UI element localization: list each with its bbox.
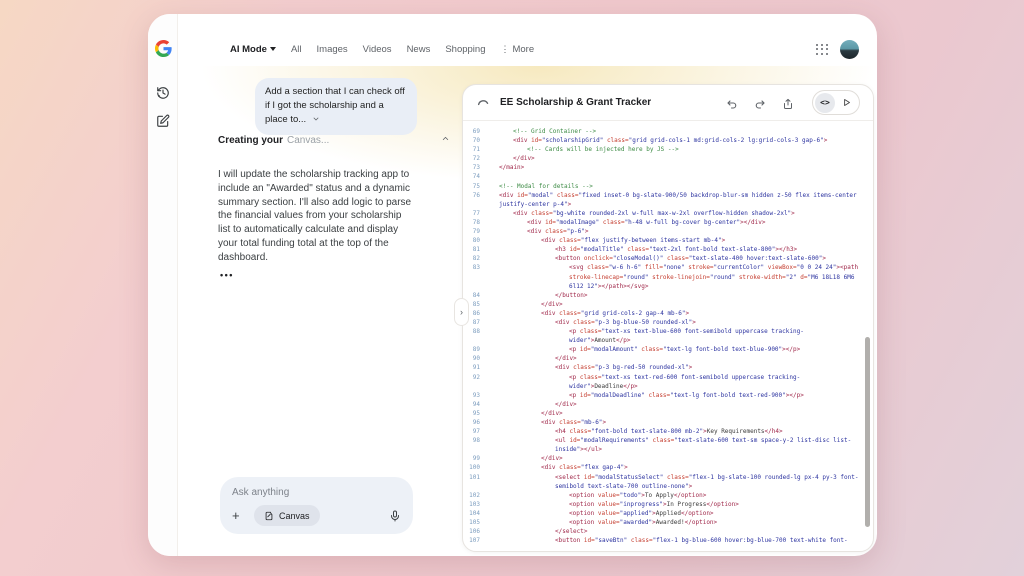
code-line: 102<option value="todo">To Apply</option… xyxy=(463,491,873,500)
tab-videos[interactable]: Videos xyxy=(363,44,392,55)
code-line: 101<select id="modalStatusSelect" class=… xyxy=(463,473,873,491)
creating-canvas-toggle[interactable]: Creating your Canvas... xyxy=(218,134,450,146)
chevron-down-icon[interactable] xyxy=(312,114,320,128)
canvas-title: EE Scholarship & Grant Tracker xyxy=(500,97,651,108)
tab-shopping[interactable]: Shopping xyxy=(445,44,485,55)
creating-suffix: Canvas... xyxy=(287,135,329,146)
canvas-doc-icon xyxy=(264,511,274,521)
canvas-panel-header: EE Scholarship & Grant Tracker <> xyxy=(463,85,873,121)
code-line: 83<svg class="w-6 h-6" fill="none" strok… xyxy=(463,263,873,290)
chevron-up-icon xyxy=(441,134,450,146)
desktop-background: { "nav": { "ai_mode": "AI Mode", "items"… xyxy=(0,0,1024,576)
canvas-actions: <> xyxy=(726,90,860,115)
code-line: 87<div class="p-3 bg-blue-50 rounded-xl"… xyxy=(463,318,873,327)
code-line: 92<p class="text-xs text-red-600 font-se… xyxy=(463,373,873,391)
code-line: 85</div> xyxy=(463,300,873,309)
creating-prefix: Creating your xyxy=(218,135,283,146)
code-line: 75<!-- Modal for details --> xyxy=(463,182,873,191)
history-icon[interactable] xyxy=(156,86,170,100)
code-editor[interactable]: 69<!-- Grid Container -->70<div id="scho… xyxy=(463,121,873,546)
typing-indicator: ••• xyxy=(220,270,234,280)
tab-ai-mode[interactable]: AI Mode xyxy=(230,44,276,55)
code-view-icon[interactable]: <> xyxy=(815,93,835,113)
left-rail xyxy=(148,14,178,556)
more-label: More xyxy=(512,44,534,55)
code-line: 81<h3 id="modalTitle" class="text-2xl fo… xyxy=(463,245,873,254)
compose-icon[interactable] xyxy=(156,114,170,128)
code-line: 84</button> xyxy=(463,291,873,300)
microphone-icon[interactable] xyxy=(389,509,401,523)
panel-collapse-handle[interactable]: › xyxy=(454,298,469,326)
undo-icon[interactable] xyxy=(726,97,738,109)
code-line: 91<div class="p-3 bg-red-50 rounded-xl"> xyxy=(463,363,873,372)
loading-spinner-icon xyxy=(476,96,490,110)
code-line: 79<div class="p-6"> xyxy=(463,227,873,236)
code-line: 88<p class="text-xs text-blue-600 font-s… xyxy=(463,327,873,345)
user-message-bubble[interactable]: Add a section that I can check off if I … xyxy=(255,78,417,135)
header-right xyxy=(816,40,859,59)
code-line: 96<div class="mb-6"> xyxy=(463,418,873,427)
code-line: 106</select> xyxy=(463,527,873,536)
code-line: 78<div id="modalImage" class="h-48 w-ful… xyxy=(463,218,873,227)
avatar[interactable] xyxy=(840,40,859,59)
code-line: 105<option value="awarded">Awarded!</opt… xyxy=(463,518,873,527)
chevron-down-icon xyxy=(270,47,276,51)
code-line: 86<div class="grid grid-cols-2 gap-4 mb-… xyxy=(463,309,873,318)
code-line: 103<option value="inprogress">In Progres… xyxy=(463,500,873,509)
canvas-code-panel: EE Scholarship & Grant Tracker <> xyxy=(462,84,874,552)
code-line: 74 xyxy=(463,172,873,181)
code-line: 89<p id="modalAmount" class="text-lg fon… xyxy=(463,345,873,354)
code-line: 94</div> xyxy=(463,400,873,409)
tab-news[interactable]: News xyxy=(407,44,431,55)
tab-all[interactable]: All xyxy=(291,44,302,55)
code-line: 107<button id="saveBtn" class="flex-1 bg… xyxy=(463,536,873,546)
chat-column: Add a section that I can check off if I … xyxy=(178,72,460,556)
code-line: 77<div class="bg-white rounded-2xl w-ful… xyxy=(463,209,873,218)
ask-input-placeholder: Ask anything xyxy=(232,487,401,498)
code-line: 80<div class="flex justify-between items… xyxy=(463,236,873,245)
code-line: 73</main> xyxy=(463,163,873,172)
code-line: 70<div id="scholarshipGrid" class="grid … xyxy=(463,136,873,145)
redo-icon[interactable] xyxy=(754,97,766,109)
tab-images[interactable]: Images xyxy=(317,44,348,55)
share-icon[interactable] xyxy=(782,97,794,109)
code-line: 71<!-- Cards will be injected here by JS… xyxy=(463,145,873,154)
code-line: 69<!-- Grid Container --> xyxy=(463,127,873,136)
google-apps-icon[interactable] xyxy=(816,44,828,56)
assistant-message: I will update the scholarship tracking a… xyxy=(218,168,414,265)
vertical-dots-icon: ⋮ xyxy=(500,44,509,55)
preview-icon[interactable] xyxy=(835,93,857,113)
code-line: 95</div> xyxy=(463,409,873,418)
scrollbar-thumb[interactable] xyxy=(865,337,870,527)
canvas-chip[interactable]: Canvas xyxy=(254,505,320,526)
code-line: 100<div class="flex gap-4"> xyxy=(463,463,873,472)
add-attachment-button[interactable]: + xyxy=(232,508,246,523)
ask-input[interactable]: Ask anything + Canvas xyxy=(220,477,413,534)
ai-mode-label: AI Mode xyxy=(230,44,267,55)
search-mode-tabs: AI Mode All Images Videos News Shopping … xyxy=(230,41,534,57)
canvas-chip-label: Canvas xyxy=(279,511,310,521)
code-line: 104<option value="applied">Applied</opti… xyxy=(463,509,873,518)
code-line: 98<ul id="modalRequirements" class="text… xyxy=(463,436,873,454)
tab-more[interactable]: ⋮ More xyxy=(500,44,534,55)
code-line: 72</div> xyxy=(463,154,873,163)
code-line: 82<button onclick="closeModal()" class="… xyxy=(463,254,873,263)
input-toolbar: + Canvas xyxy=(232,505,401,526)
view-toggle: <> xyxy=(812,90,860,115)
google-logo-icon[interactable] xyxy=(155,40,172,57)
user-message-text: Add a section that I can check off if I … xyxy=(265,86,405,125)
code-line: 99</div> xyxy=(463,454,873,463)
code-line: 76<div id="modal" class="fixed inset-0 b… xyxy=(463,191,873,209)
code-line: 93<p id="modalDeadline" class="text-lg f… xyxy=(463,391,873,400)
code-line: 90</div> xyxy=(463,354,873,363)
code-line: 97<h4 class="font-bold text-slate-800 mb… xyxy=(463,427,873,436)
browser-window: AI Mode All Images Videos News Shopping … xyxy=(148,14,877,556)
